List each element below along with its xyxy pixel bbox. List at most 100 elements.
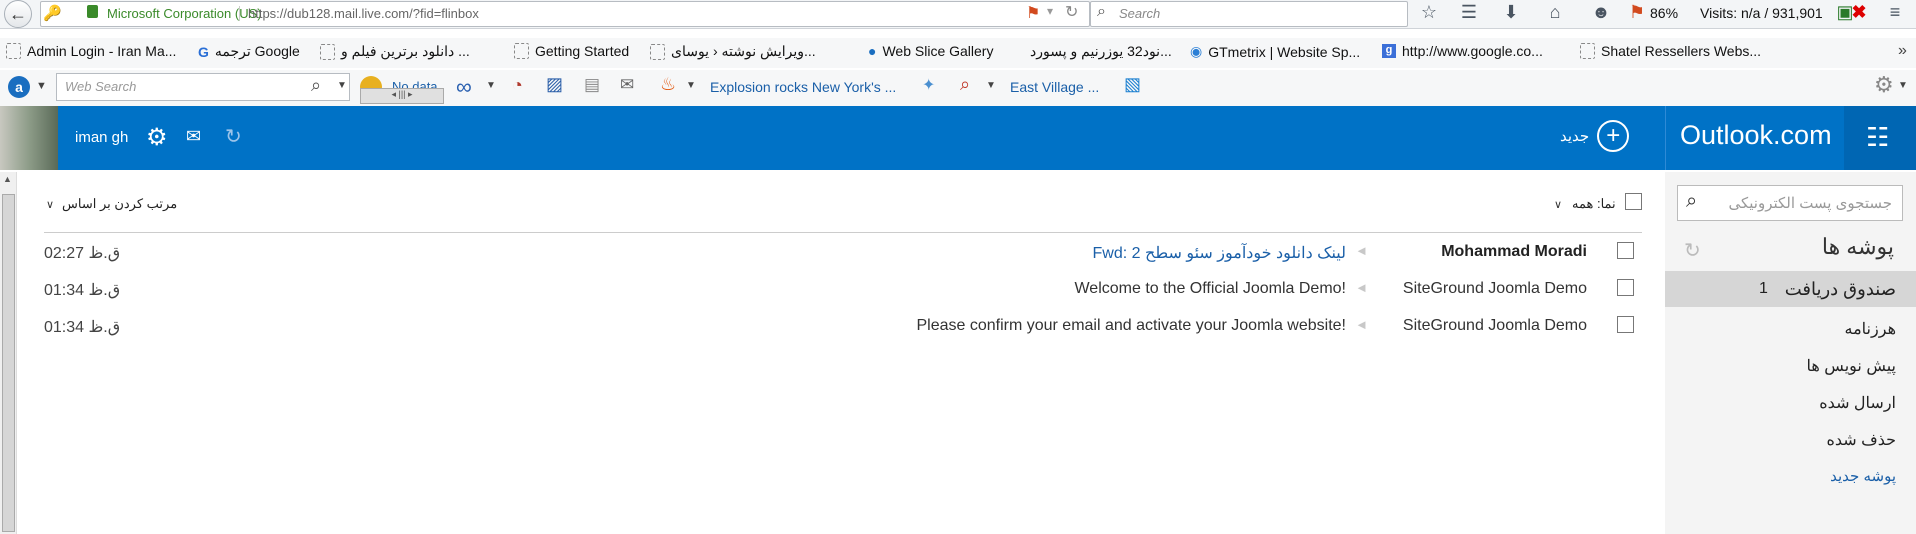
magnifier-icon[interactable]: ⌕ xyxy=(960,74,970,95)
menu-icon[interactable]: ≡ xyxy=(1884,2,1906,23)
zoom-level: 86% xyxy=(1650,5,1679,21)
bookmark-item[interactable]: ● Web Slice Gallery xyxy=(868,43,993,59)
bookmark-item[interactable]: g http://www.google.co... xyxy=(1382,43,1543,59)
bookmark-item[interactable]: Shatel Ressellers Webs... xyxy=(1580,43,1761,59)
message-subject[interactable]: Fwd: لینک دانلود خودآموز سئو سطح 2 xyxy=(1093,243,1346,263)
sparkle-icon[interactable]: ✦ xyxy=(922,75,935,95)
ask-logo-icon[interactable]: a xyxy=(8,76,30,98)
home-icon[interactable]: ⌂ xyxy=(1544,2,1566,23)
row-checkbox[interactable] xyxy=(1617,279,1634,296)
chevron-down-icon[interactable]: ▼ xyxy=(986,80,996,91)
flag-icon[interactable]: ⚑ xyxy=(1026,3,1040,23)
folder-junk[interactable]: هرزنامه xyxy=(1845,319,1896,339)
download-icon[interactable]: ⬇ xyxy=(1500,2,1522,23)
id-card-icon[interactable]: ▤ xyxy=(584,75,600,95)
close-red-icon[interactable]: ✖ xyxy=(1848,2,1870,23)
row-checkbox[interactable] xyxy=(1617,316,1634,333)
more-bookmarks-icon[interactable]: » xyxy=(1898,42,1907,60)
chevron-down-icon[interactable]: ∨ xyxy=(1554,198,1562,211)
web-search-input[interactable]: Web Search ⌕ ▼ xyxy=(56,73,350,101)
view-filter-label[interactable]: نما: همه xyxy=(1572,196,1616,212)
folders-title: پوشه ها xyxy=(1821,234,1894,259)
chat-icon[interactable]: ☻ xyxy=(1590,2,1612,23)
message-subject[interactable]: Please confirm your email and activate y… xyxy=(916,317,1346,335)
app-launcher-button[interactable]: ☷ xyxy=(1844,106,1916,170)
bookmark-item[interactable]: Admin Login - Iran Ma... xyxy=(6,43,176,59)
gtmetrix-icon: ◉ xyxy=(1190,43,1203,59)
search-placeholder: Search xyxy=(1119,6,1161,21)
scroll-thumb[interactable] xyxy=(2,194,15,532)
url-bar[interactable]: 🔑 Microsoft Corporation (US) https://dub… xyxy=(40,1,1090,27)
list-divider xyxy=(44,232,1642,233)
refresh-icon[interactable]: ↻ xyxy=(1684,238,1701,263)
search-icon[interactable]: ⌕ xyxy=(1686,190,1697,213)
flag-outline-icon[interactable]: ◄ xyxy=(1355,280,1368,295)
gear-icon[interactable]: ⚙ xyxy=(1874,72,1894,98)
bookmark-item[interactable]: ویرایش نوشته ‹ یوسای... xyxy=(650,43,816,60)
message-subject[interactable]: Welcome to the Official Joomla Demo! xyxy=(1074,280,1346,298)
new-message-button[interactable]: جدید + xyxy=(1560,120,1630,152)
scroll-up-icon[interactable]: ▲ xyxy=(3,174,12,184)
news-ticker-2[interactable]: East Village ... xyxy=(1010,79,1099,95)
url-text[interactable]: https://dub128.mail.live.com/?fid=flinbo… xyxy=(239,6,479,21)
page-icon xyxy=(320,43,335,60)
folder-inbox[interactable]: 1 صندوق دریافت xyxy=(1665,271,1916,307)
bookmark-star-icon[interactable]: ☆ xyxy=(1418,2,1440,23)
header-divider xyxy=(1665,106,1666,170)
bookmark-item[interactable]: ◉ GTmetrix | Website Sp... xyxy=(1190,43,1360,60)
google-translate-icon: G xyxy=(198,43,209,60)
new-folder-link[interactable]: پوشه جدید xyxy=(1830,467,1896,485)
chevron-down-icon[interactable]: ▼ xyxy=(36,80,47,92)
news-ticker-1[interactable]: Explosion rocks New York's ... xyxy=(710,79,896,95)
bookmarks-menu-icon[interactable]: ☰ xyxy=(1458,2,1480,23)
clipboard-icon[interactable]: ▧ xyxy=(1124,74,1141,95)
facebook-icon[interactable]: ▨ xyxy=(546,74,563,95)
search-icon[interactable]: ⌕ xyxy=(311,75,321,96)
folder-deleted[interactable]: حذف شده xyxy=(1826,430,1896,450)
row-checkbox[interactable] xyxy=(1617,242,1634,259)
bookmark-item[interactable]: G ترجمه Google xyxy=(198,43,300,60)
redo-icon[interactable]: ↻ xyxy=(225,124,242,149)
table-row[interactable]: 02:27 ق.ظ Fwd: لینک دانلود خودآموز سئو س… xyxy=(40,234,1660,271)
bookmark-item[interactable]: دانلود برترین فیلم و ... xyxy=(320,43,470,60)
avatar[interactable] xyxy=(0,106,58,170)
link-icon[interactable]: ∞ xyxy=(456,74,472,100)
folder-drafts[interactable]: پیش نویس ها xyxy=(1807,356,1896,376)
browser-search-bar[interactable]: ⌕ Search xyxy=(1090,1,1408,27)
user-name[interactable]: iman gh xyxy=(75,129,128,146)
chevron-down-icon[interactable]: ▼ xyxy=(486,80,496,91)
message-time: 02:27 ق.ظ xyxy=(44,245,121,262)
fire-icon[interactable]: ♨ xyxy=(660,74,676,95)
reload-icon[interactable]: ↻ xyxy=(1065,2,1078,22)
chevron-down-icon[interactable]: ▼ xyxy=(686,80,696,91)
horizontal-scrollbar[interactable]: ◂ ||| ▸ xyxy=(360,88,444,104)
dropdown-icon[interactable]: ▾ xyxy=(1047,4,1053,18)
flag-outline-icon[interactable]: ◄ xyxy=(1355,243,1368,258)
mail-icon[interactable]: ✉ xyxy=(620,75,634,95)
table-row[interactable]: 01:34 ق.ظ Please confirm your email and … xyxy=(40,308,1660,345)
chevron-down-icon[interactable]: ∨ xyxy=(46,198,54,211)
vertical-scrollbar[interactable]: ▲ xyxy=(0,172,17,534)
sort-by-label[interactable]: مرتب کردن بر اساس xyxy=(62,196,177,212)
back-button[interactable]: ← xyxy=(4,0,32,28)
message-time: 01:34 ق.ظ xyxy=(44,282,121,299)
plus-circle-icon: + xyxy=(1597,120,1630,152)
feedback-icon[interactable]: ✉ xyxy=(186,126,201,147)
folder-sent[interactable]: ارسال شده xyxy=(1819,393,1896,413)
google-icon: g xyxy=(1382,44,1396,58)
timer-icon[interactable]: ◔ xyxy=(512,75,523,96)
flag-outline-icon[interactable]: ◄ xyxy=(1355,317,1368,332)
bookmark-item[interactable]: نود32 یوزرنیم و پسورد... xyxy=(1030,43,1172,60)
key-icon: 🔑 xyxy=(43,5,62,22)
mail-search-input[interactable]: ⌕ جستجوی پست الکترونیکی xyxy=(1677,185,1903,221)
message-sender: SiteGround Joomla Demo xyxy=(1402,280,1587,297)
chevron-down-icon[interactable]: ▼ xyxy=(337,80,347,91)
select-all-checkbox[interactable] xyxy=(1625,193,1642,210)
red-flag-icon[interactable]: ⚑ xyxy=(1626,2,1648,23)
outlook-brand[interactable]: Outlook.com xyxy=(1680,120,1832,151)
search-icon: ⌕ xyxy=(1097,3,1106,20)
chevron-down-icon[interactable]: ▼ xyxy=(1898,80,1908,91)
bookmark-item[interactable]: Getting Started xyxy=(514,43,629,59)
settings-gear-icon[interactable]: ⚙ xyxy=(146,123,168,152)
table-row[interactable]: 01:34 ق.ظ Welcome to the Official Joomla… xyxy=(40,271,1660,308)
